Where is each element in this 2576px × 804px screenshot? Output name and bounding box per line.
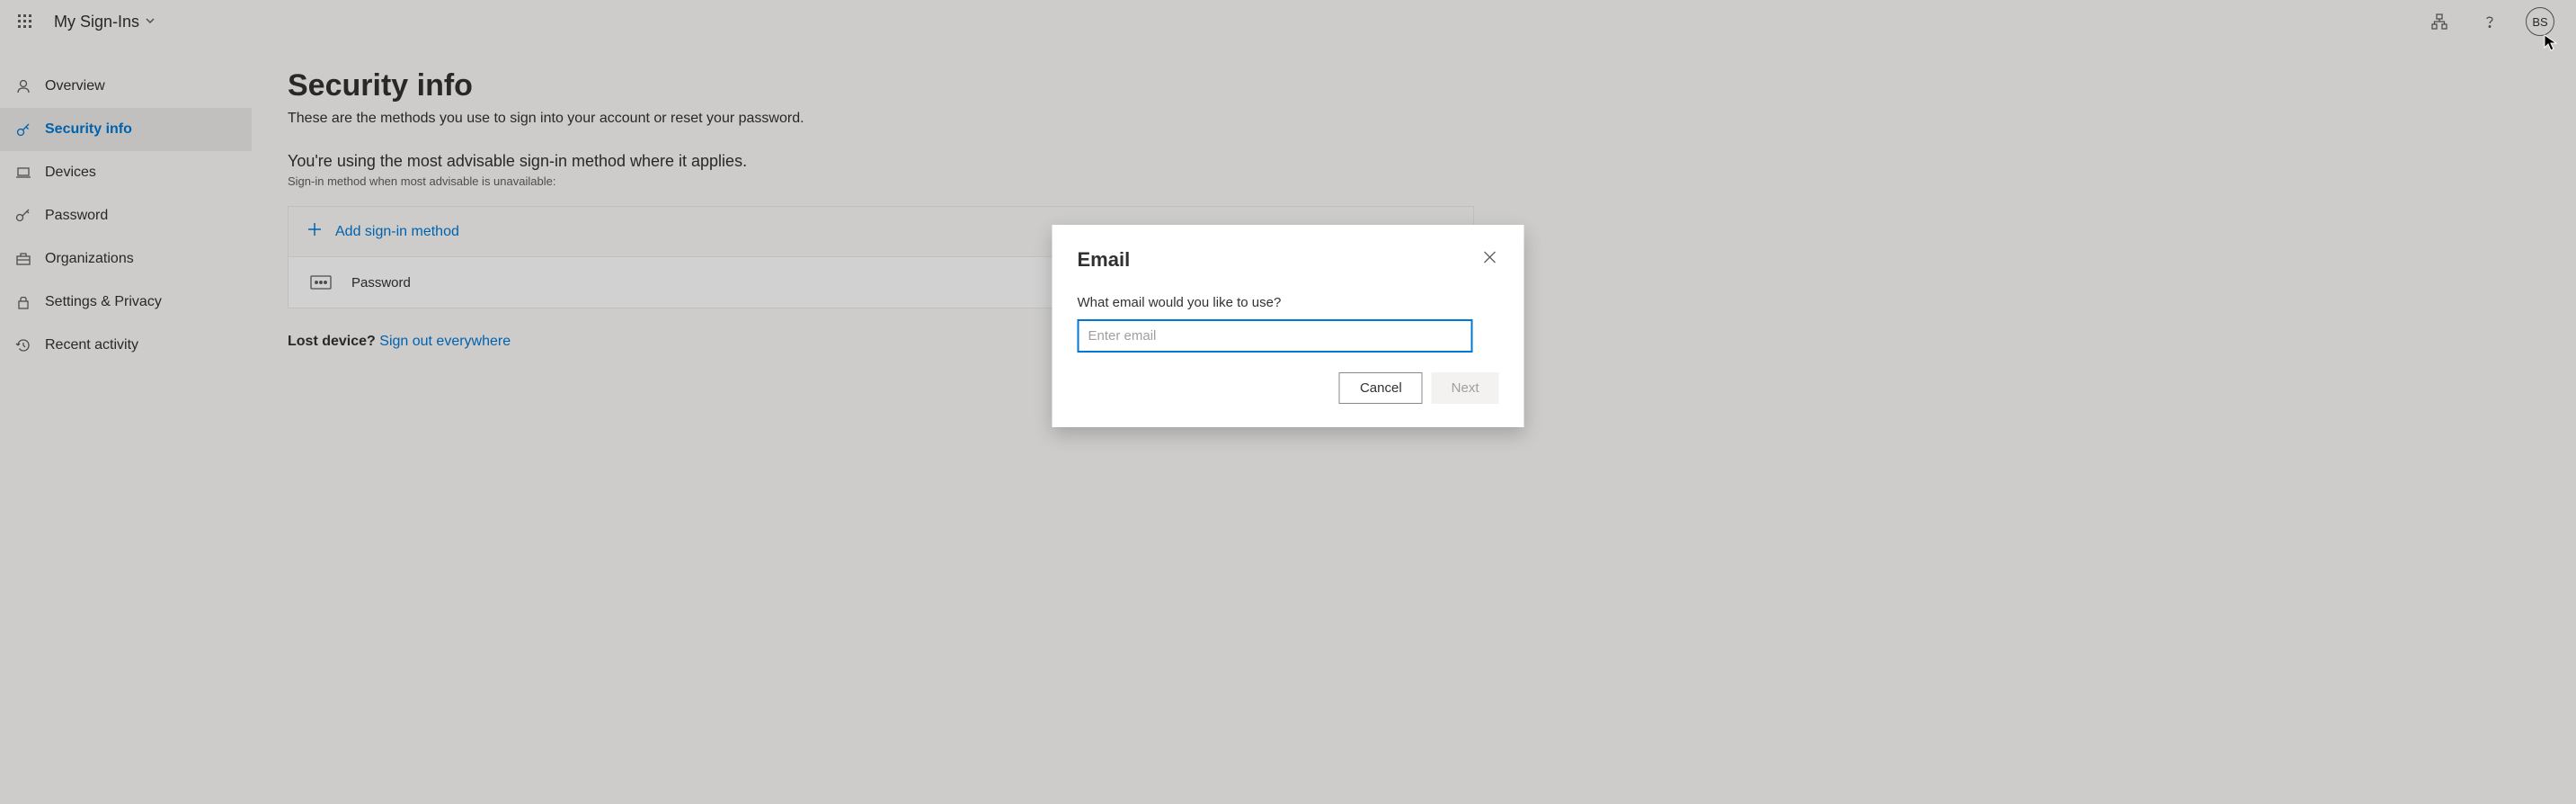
dialog-label: What email would you like to use? (1078, 295, 1499, 310)
dialog-title: Email (1078, 248, 1131, 272)
cancel-button[interactable]: Cancel (1339, 372, 1423, 404)
email-dialog: Email What email would you like to use? … (1053, 225, 1524, 427)
dialog-header: Email (1078, 248, 1499, 272)
dialog-buttons: Cancel Next (1078, 372, 1499, 404)
next-button[interactable]: Next (1432, 372, 1499, 404)
email-input[interactable] (1078, 319, 1473, 353)
close-icon[interactable] (1481, 248, 1499, 271)
